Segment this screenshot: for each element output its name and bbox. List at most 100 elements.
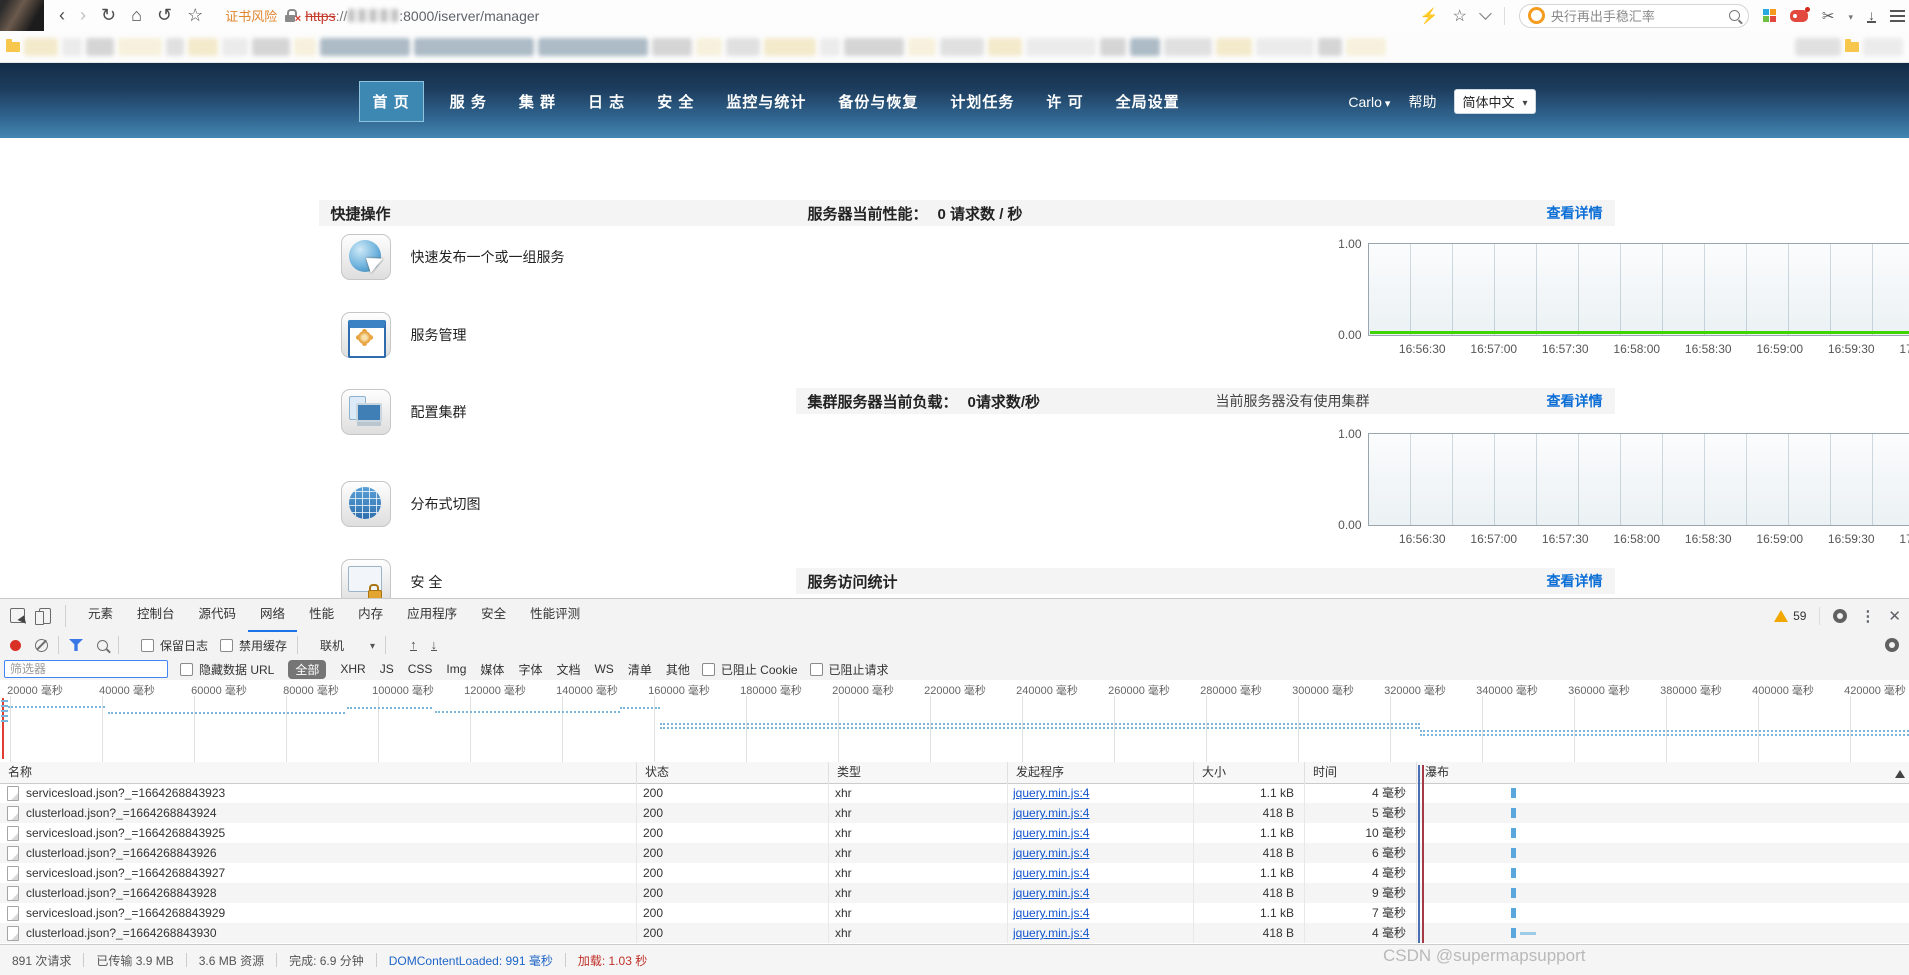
checkbox-icon[interactable] — [220, 639, 233, 652]
nav-menu-item[interactable]: 许 可 — [1040, 81, 1089, 122]
cluster-detail-link[interactable]: 查看详情 — [1547, 391, 1603, 411]
bookmark-folder-icon[interactable] — [6, 42, 20, 52]
preserve-log-toggle[interactable]: 保留日志 — [141, 637, 208, 654]
accelerate-icon[interactable]: ⚡ — [1420, 7, 1439, 25]
stats-detail-link[interactable]: 查看详情 — [1547, 571, 1603, 591]
nav-menu-item[interactable]: 集 群 — [513, 81, 562, 122]
network-request-row[interactable]: clusterload.json?_=1664268843928 200 xhr… — [0, 883, 1909, 903]
nav-menu-item[interactable]: 计划任务 — [944, 81, 1020, 122]
quick-op-label[interactable]: 服务管理 — [411, 325, 467, 345]
menu-hamburger-icon[interactable] — [1890, 15, 1905, 17]
request-name-cell[interactable]: servicesload.json?_=1664268843925 — [0, 823, 637, 843]
initiator-link[interactable]: jquery.min.js:4 — [1013, 866, 1089, 880]
disable-cache-toggle[interactable]: 禁用缓存 — [220, 637, 287, 654]
request-type-filter[interactable]: 清单 — [628, 661, 652, 678]
request-type-filter[interactable]: 其他 — [666, 661, 690, 678]
filter-funnel-icon[interactable] — [69, 639, 83, 651]
throttling-select[interactable]: 联机 — [320, 637, 375, 654]
search-icon[interactable] — [1729, 10, 1740, 21]
screenshot-scissors-icon[interactable]: ✂ — [1822, 7, 1835, 25]
request-name-cell[interactable]: clusterload.json?_=1664268843928 — [0, 883, 637, 903]
network-request-row[interactable]: servicesload.json?_=1664268843929 200 xh… — [0, 903, 1909, 923]
help-link[interactable]: 帮助 — [1408, 92, 1436, 112]
checkbox-icon[interactable] — [180, 663, 193, 676]
devtools-tab[interactable]: 性能评测 — [518, 599, 592, 630]
quick-op-item[interactable]: 配置集群 — [341, 389, 467, 435]
checkbox-icon[interactable] — [810, 663, 823, 676]
filter-input[interactable] — [4, 660, 168, 678]
nav-menu-item[interactable]: 安 全 — [651, 81, 700, 122]
downloads-icon[interactable]: ↓ — [1867, 9, 1876, 23]
devtools-tab[interactable]: 安全 — [469, 599, 518, 630]
more-options-icon[interactable] — [1860, 607, 1875, 625]
blocked-requests-toggle[interactable]: 已阻止请求 — [810, 661, 889, 678]
nav-menu-item[interactable]: 服 务 — [444, 81, 493, 122]
initiator-link[interactable]: jquery.min.js:4 — [1013, 906, 1089, 920]
nav-menu-item[interactable]: 监控与统计 — [720, 81, 812, 122]
column-header[interactable]: 状态 — [637, 762, 829, 783]
certificate-warning[interactable]: 证书风险 — [225, 6, 277, 25]
column-header[interactable]: 发起程序 — [1008, 762, 1194, 783]
scissors-dropdown-icon[interactable] — [1848, 7, 1853, 25]
quick-op-label[interactable]: 快速发布一个或一组服务 — [411, 247, 565, 267]
blocked-cookies-toggle[interactable]: 已阻止 Cookie — [702, 661, 798, 678]
quick-op-item[interactable]: 安 全 — [341, 559, 443, 598]
warnings-badge[interactable]: 59 — [1774, 609, 1806, 623]
request-type-filter[interactable]: 全部 — [288, 660, 326, 679]
devtools-tab[interactable]: 性能 — [297, 599, 346, 630]
request-type-filter[interactable]: XHR — [340, 662, 365, 676]
quick-op-label[interactable]: 配置集群 — [411, 402, 467, 422]
home-icon[interactable]: ⌂ — [131, 0, 142, 31]
devtools-tab[interactable]: 网络 — [248, 599, 297, 632]
restore-icon[interactable]: ↺ — [157, 0, 172, 31]
language-select[interactable]: 简体中文 — [1454, 89, 1535, 114]
request-name-cell[interactable]: servicesload.json?_=1664268843923 — [0, 783, 637, 803]
bookmarks-bar[interactable] — [0, 31, 1909, 63]
network-request-row[interactable]: servicesload.json?_=1664268843925 200 xh… — [0, 823, 1909, 843]
request-type-filter[interactable]: 媒体 — [480, 661, 504, 678]
request-type-filter[interactable]: 文档 — [556, 661, 580, 678]
request-type-filter[interactable]: JS — [380, 662, 394, 676]
apps-grid-icon[interactable] — [1763, 9, 1776, 22]
request-name-cell[interactable]: clusterload.json?_=1664268843926 — [0, 843, 637, 863]
device-toolbar-icon[interactable] — [39, 608, 51, 624]
request-name-cell[interactable]: servicesload.json?_=1664268843929 — [0, 903, 637, 923]
inspect-element-icon[interactable] — [10, 608, 25, 623]
column-header[interactable]: 名称 — [0, 762, 637, 783]
initiator-link[interactable]: jquery.min.js:4 — [1013, 826, 1089, 840]
browser-search-box[interactable]: 央行再出手稳汇率 — [1519, 4, 1749, 28]
perf-detail-link[interactable]: 查看详情 — [1547, 203, 1603, 223]
chevron-down-icon[interactable] — [1479, 7, 1492, 20]
favorites-icon[interactable]: ☆ — [1453, 6, 1467, 26]
devtools-tab[interactable]: 源代码 — [187, 599, 249, 630]
column-header[interactable]: 类型 — [829, 762, 1008, 783]
initiator-link[interactable]: jquery.min.js:4 — [1013, 846, 1089, 860]
record-network-icon[interactable] — [10, 640, 21, 651]
export-har-icon[interactable]: ↓ — [431, 639, 438, 651]
import-har-icon[interactable]: ↑ — [410, 639, 417, 651]
request-name-cell[interactable]: clusterload.json?_=1664268843924 — [0, 803, 637, 823]
request-type-filter[interactable]: 字体 — [518, 661, 542, 678]
insecure-lock-icon[interactable]: × — [285, 9, 297, 23]
forward-icon[interactable]: › — [80, 0, 86, 31]
games-icon[interactable] — [1790, 10, 1808, 22]
quick-op-item[interactable]: 快速发布一个或一组服务 — [341, 234, 565, 280]
request-type-filter[interactable]: Img — [446, 662, 466, 676]
devtools-tab[interactable]: 控制台 — [125, 599, 187, 630]
settings-gear-icon[interactable] — [1833, 609, 1847, 623]
initiator-link[interactable]: jquery.min.js:4 — [1013, 926, 1089, 940]
quick-op-label[interactable]: 安 全 — [411, 572, 443, 592]
column-header[interactable]: 大小 — [1194, 762, 1305, 783]
nav-menu-item[interactable]: 首 页 — [359, 81, 424, 122]
network-request-row[interactable]: servicesload.json?_=1664268843923 200 xh… — [0, 783, 1909, 803]
bookmark-star-icon[interactable]: ☆ — [187, 0, 203, 31]
nav-menu-item[interactable]: 全局设置 — [1110, 81, 1186, 122]
network-request-row[interactable]: clusterload.json?_=1664268843926 200 xhr… — [0, 843, 1909, 863]
close-devtools-icon[interactable] — [1888, 607, 1901, 625]
nav-menu-item[interactable]: 备份与恢复 — [832, 81, 924, 122]
back-icon[interactable]: ‹ — [59, 0, 65, 31]
devtools-tab[interactable]: 内存 — [346, 599, 395, 630]
request-name-cell[interactable]: servicesload.json?_=1664268843927 — [0, 863, 637, 883]
devtools-tab[interactable]: 元素 — [76, 599, 125, 630]
quick-op-item[interactable]: 服务管理 — [341, 312, 467, 358]
